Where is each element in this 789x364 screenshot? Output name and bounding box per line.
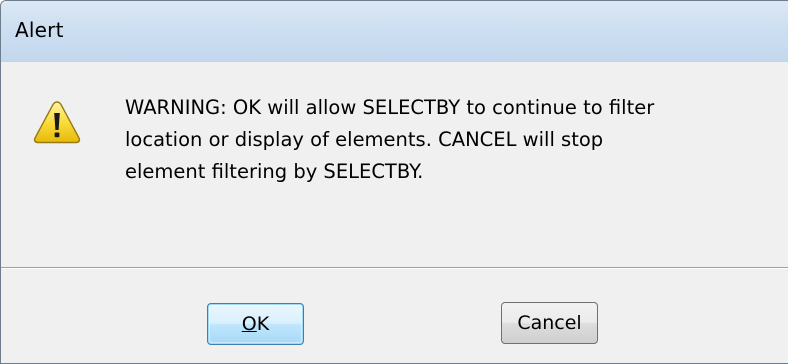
ok-button-label: OK <box>242 313 269 335</box>
warning-icon <box>33 101 81 144</box>
ok-button[interactable]: OK <box>207 303 304 345</box>
ok-label-rest: K <box>256 313 270 335</box>
title-bar[interactable]: Alert <box>1 1 788 62</box>
alert-message: WARNING: OK will allow SELECTBY to conti… <box>125 96 655 183</box>
alert-dialog: Alert WARNING: OK will allow SELECTBY to… <box>0 0 788 364</box>
cancel-button-label: Cancel <box>517 312 582 334</box>
cancel-button[interactable]: Cancel <box>501 302 598 344</box>
ok-mnemonic: O <box>241 313 257 335</box>
separator <box>1 267 788 269</box>
dialog-body: WARNING: OK will allow SELECTBY to conti… <box>1 62 788 363</box>
dialog-title: Alert <box>15 18 64 42</box>
